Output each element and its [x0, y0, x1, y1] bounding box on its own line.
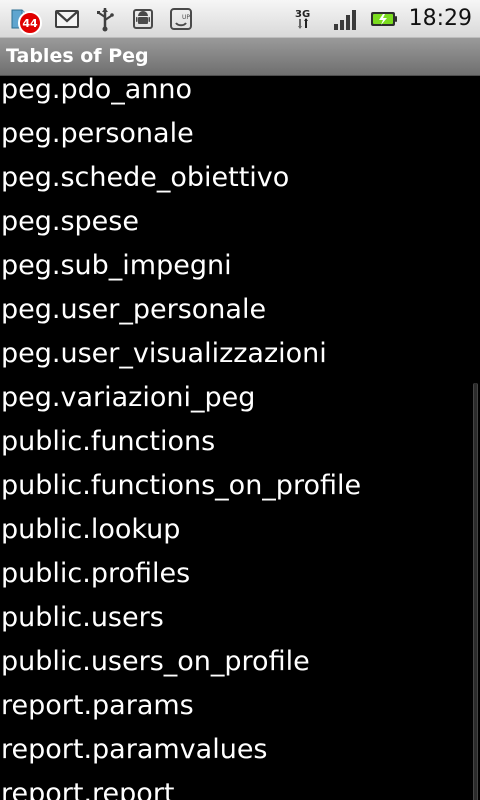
scrollbar[interactable]	[473, 383, 478, 800]
network-3g-icon: 3G	[293, 4, 323, 34]
list-item[interactable]: peg.sub_impegni	[0, 244, 480, 288]
list-item[interactable]: peg.user_personale	[0, 288, 480, 332]
list-item[interactable]: peg.spese	[0, 200, 480, 244]
list-item[interactable]: peg.personale	[0, 112, 480, 156]
status-bar: 44 UP 3G 18:29	[0, 0, 480, 38]
list-item[interactable]: report.paramvalues	[0, 728, 480, 772]
page-title: Tables of Peg	[6, 45, 149, 67]
list-item[interactable]: report.report	[0, 772, 480, 800]
notification-count-badge: 44	[18, 11, 42, 35]
status-bar-right: 3G 18:29	[293, 3, 474, 35]
android-debug-icon[interactable]	[128, 4, 158, 34]
list-item[interactable]: public.profiles	[0, 552, 480, 596]
battery-charging-icon	[369, 4, 399, 34]
list-item[interactable]: public.users_on_profile	[0, 640, 480, 684]
list-item[interactable]: report.params	[0, 684, 480, 728]
usb-icon[interactable]	[90, 4, 120, 34]
list-item[interactable]: peg.schede_obiettivo	[0, 156, 480, 200]
list-item[interactable]: peg.user_visualizzazioni	[0, 332, 480, 376]
svg-text:3G: 3G	[295, 9, 310, 20]
svg-text:UP: UP	[182, 14, 190, 21]
list-item[interactable]: public.functions_on_profile	[0, 464, 480, 508]
gmail-icon[interactable]	[52, 4, 82, 34]
tables-list-inner: peg.pdo_anno peg.personale peg.schede_ob…	[0, 76, 480, 800]
status-time: 18:29	[408, 6, 472, 31]
list-item[interactable]: public.users	[0, 596, 480, 640]
phone-update-icon[interactable]: UP	[166, 4, 196, 34]
signal-strength-icon	[331, 4, 361, 34]
notification-badge-icon[interactable]: 44	[6, 3, 44, 35]
title-bar: Tables of Peg	[0, 38, 480, 76]
list-item[interactable]: peg.pdo_anno	[0, 76, 480, 112]
list-item[interactable]: public.lookup	[0, 508, 480, 552]
list-item[interactable]: public.functions	[0, 420, 480, 464]
status-bar-left: 44 UP	[6, 3, 196, 35]
list-item[interactable]: peg.variazioni_peg	[0, 376, 480, 420]
tables-list[interactable]: peg.pdo_anno peg.personale peg.schede_ob…	[0, 76, 480, 800]
